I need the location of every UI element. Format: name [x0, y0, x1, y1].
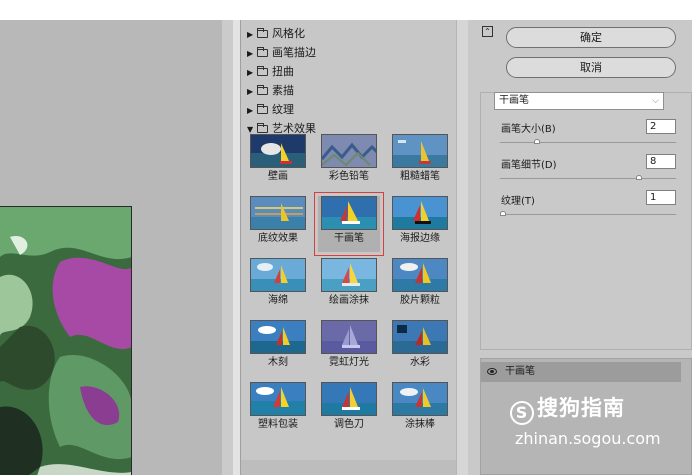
- texture-input[interactable]: 1: [646, 190, 676, 205]
- filter-thumb-rough-pastels[interactable]: 粗糙蜡笔: [389, 134, 451, 190]
- folder-icon: [257, 104, 268, 114]
- collapse-up-icon[interactable]: ⌃: [482, 26, 493, 37]
- filter-thumb-paint-daubs[interactable]: 绘画涂抹: [318, 258, 380, 314]
- category-label: 风格化: [272, 27, 305, 40]
- filter-thumb-image: [392, 382, 448, 416]
- filter-label: 底纹效果: [258, 233, 298, 244]
- filter-thumb-image: [392, 258, 448, 292]
- watermark-logo-text: 搜狗指南: [537, 396, 625, 420]
- brush-detail-slider[interactable]: [500, 175, 676, 180]
- filter-label: 粗糙蜡笔: [400, 171, 440, 182]
- eye-icon[interactable]: [487, 368, 497, 375]
- filter-thumb-smudge-stick[interactable]: 涂抹棒: [389, 382, 451, 438]
- filter-label: 海报边缘: [400, 233, 440, 244]
- category-sketch[interactable]: ▶ 素描: [241, 81, 457, 100]
- filter-select[interactable]: 干画笔 ⌵: [494, 92, 664, 110]
- gallery-footer: [241, 460, 457, 475]
- filter-thumb-image: [392, 320, 448, 354]
- slider-knob[interactable]: [534, 139, 540, 144]
- slider-knob[interactable]: [636, 175, 642, 180]
- filter-thumb-cutout[interactable]: 木刻: [247, 320, 309, 376]
- preview-canvas[interactable]: [0, 20, 233, 475]
- filter-label: 胶片颗粒: [400, 295, 440, 306]
- filter-select-value: 干画笔: [499, 95, 529, 106]
- filter-thumb-poster-edges[interactable]: 海报边缘: [389, 196, 451, 252]
- brush-detail-input[interactable]: 8: [646, 154, 676, 169]
- watermark-url: zhinan.sogou.com: [515, 429, 661, 448]
- folder-icon: [257, 85, 268, 95]
- gallery-scrollbar[interactable]: [456, 20, 468, 475]
- filter-thumb-sponge[interactable]: 海绵: [247, 258, 309, 314]
- category-label: 画笔描边: [272, 46, 316, 59]
- category-brush-strokes[interactable]: ▶ 画笔描边: [241, 43, 457, 62]
- category-distort[interactable]: ▶ 扭曲: [241, 62, 457, 81]
- filter-label: 水彩: [410, 357, 430, 368]
- brush-size-label: 画笔大小(B): [501, 124, 556, 135]
- folder-icon: [257, 66, 268, 76]
- filter-thumb-fresco[interactable]: 壁画: [247, 134, 309, 190]
- filter-label: 木刻: [268, 357, 288, 368]
- texture-slider[interactable]: [500, 211, 676, 216]
- filter-label: 霓虹灯光: [329, 357, 369, 368]
- panel-divider: [233, 20, 240, 475]
- filter-thumb-image: [250, 382, 306, 416]
- brush-detail-label: 画笔细节(D): [501, 160, 557, 171]
- category-texture[interactable]: ▶ 纹理: [241, 100, 457, 119]
- effect-layer-label: 干画笔: [505, 366, 535, 377]
- category-label: 素描: [272, 84, 294, 97]
- filter-label: 调色刀: [334, 419, 364, 430]
- filter-thumb-image: [392, 196, 448, 230]
- preview-image: [0, 206, 132, 475]
- sogou-logo-icon: S: [510, 401, 534, 425]
- filter-thumb-image: [250, 258, 306, 292]
- filter-thumb-image: [321, 320, 377, 354]
- chevron-down-icon: ⌵: [652, 96, 659, 106]
- filter-thumb-film-grain[interactable]: 胶片颗粒: [389, 258, 451, 314]
- texture-label: 纹理(T): [501, 196, 535, 207]
- expand-triangle-icon: ▶: [247, 87, 254, 96]
- watermark: S 搜狗指南 zhinan.sogou.com: [510, 392, 661, 448]
- filter-thumb-image: [321, 134, 377, 168]
- filter-label: 涂抹棒: [405, 419, 435, 430]
- expand-triangle-icon: ▶: [247, 49, 254, 58]
- filter-label: 干画笔: [334, 233, 364, 244]
- category-list: ▶ 风格化 ▶ 画笔描边 ▶ 扭曲 ▶ 素描 ▶ 纹理 ▼ 艺术效果: [241, 24, 457, 138]
- effect-layer-row[interactable]: 干画笔: [481, 362, 681, 382]
- expand-triangle-icon: ▶: [247, 68, 254, 77]
- filter-thumb-dry-brush[interactable]: 干画笔: [314, 192, 384, 256]
- expand-triangle-icon: ▶: [247, 30, 254, 39]
- filter-thumb-image: [250, 320, 306, 354]
- brush-size-slider[interactable]: [500, 139, 676, 144]
- filter-label: 绘画涂抹: [329, 295, 369, 306]
- filter-thumb-image: [250, 196, 306, 230]
- filter-thumb-image: [321, 196, 377, 230]
- folder-icon: [257, 28, 268, 38]
- cancel-button[interactable]: 取消: [506, 57, 676, 78]
- filter-label: 海绵: [268, 295, 288, 306]
- filter-thumb-colored-pencil[interactable]: 彩色铅笔: [318, 134, 380, 190]
- filter-thumb-plastic-wrap[interactable]: 塑料包装: [247, 382, 309, 438]
- slider-knob[interactable]: [500, 211, 506, 216]
- category-label: 扭曲: [272, 65, 294, 78]
- filter-thumb-palette-knife[interactable]: 调色刀: [318, 382, 380, 438]
- filter-gallery: ▶ 风格化 ▶ 画笔描边 ▶ 扭曲 ▶ 素描 ▶ 纹理 ▼ 艺术效果 壁画 彩色铅笔 粗糙蜡…: [240, 20, 457, 475]
- filter-label: 壁画: [268, 171, 288, 182]
- ok-button[interactable]: 确定: [506, 27, 676, 48]
- filter-thumb-image: [321, 382, 377, 416]
- filter-thumb-image: [250, 134, 306, 168]
- category-stylize[interactable]: ▶ 风格化: [241, 24, 457, 43]
- folder-open-icon: [257, 123, 268, 133]
- filter-thumb-image: [321, 258, 377, 292]
- category-label: 纹理: [272, 103, 294, 116]
- filter-thumb-underpainting[interactable]: 底纹效果: [247, 196, 309, 252]
- filter-thumb-image: [392, 134, 448, 168]
- filter-label: 彩色铅笔: [329, 171, 369, 182]
- folder-icon: [257, 47, 268, 57]
- filter-label: 塑料包装: [258, 419, 298, 430]
- filter-thumb-watercolor[interactable]: 水彩: [389, 320, 451, 376]
- brush-size-input[interactable]: 2: [646, 119, 676, 134]
- filter-thumb-neon-glow[interactable]: 霓虹灯光: [318, 320, 380, 376]
- preview-scrollbar[interactable]: [222, 20, 233, 475]
- expand-triangle-icon: ▶: [247, 106, 254, 115]
